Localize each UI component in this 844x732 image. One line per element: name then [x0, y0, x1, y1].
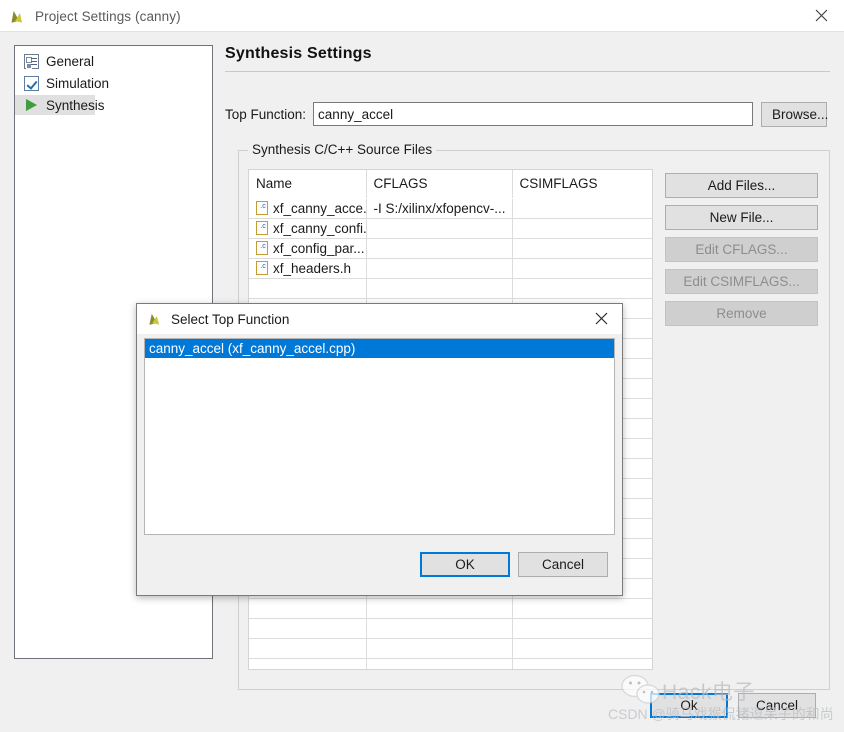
cell-name-label: xf_canny_acce...	[273, 200, 366, 216]
cell-empty[interactable]	[366, 638, 513, 659]
cell-empty[interactable]	[366, 618, 513, 639]
top-function-row: Top Function: Browse...	[225, 101, 830, 127]
checkbox-icon	[24, 75, 39, 91]
source-files-action-buttons: Add Files... New File... Edit CFLAGS... Edi…	[665, 173, 820, 333]
cell-empty[interactable]	[249, 598, 367, 619]
cell-empty[interactable]	[249, 278, 367, 299]
cell-name-label: xf_config_par...	[273, 240, 365, 256]
sidebar-item-label: Simulation	[46, 75, 110, 91]
group-legend: Synthesis C/C++ Source Files	[248, 142, 437, 157]
sidebar-item-general[interactable]: General	[15, 51, 212, 71]
cell-empty[interactable]	[249, 638, 367, 659]
cell-csimflags[interactable]	[512, 238, 652, 259]
cell-empty[interactable]	[249, 658, 367, 669]
properties-list-icon	[24, 53, 39, 69]
cell-empty[interactable]	[512, 638, 652, 659]
page-title: Synthesis Settings	[225, 45, 372, 62]
cell-cflags[interactable]	[366, 238, 513, 259]
column-header-name[interactable]: Name	[249, 170, 367, 199]
top-function-input[interactable]	[313, 102, 754, 126]
cell-name[interactable]: xf_config_par...	[249, 238, 367, 259]
dialog-ok-button[interactable]: OK	[420, 552, 510, 577]
table-row[interactable]: xf_canny_acce...-I S:/xilinx/xfopencv-..…	[249, 198, 652, 219]
table-header-row: Name CFLAGS CSIMFLAGS	[249, 170, 652, 199]
new-file-button[interactable]: New File...	[665, 205, 818, 230]
cell-csimflags[interactable]	[512, 258, 652, 279]
c-source-file-icon	[256, 240, 269, 255]
dialog-titlebar: Select Top Function	[137, 304, 622, 334]
cell-name[interactable]: xf_canny_confi...	[249, 218, 367, 239]
edit-csimflags-button: Edit CSIMFLAGS...	[665, 269, 818, 294]
table-row[interactable]: xf_canny_confi...	[249, 218, 652, 239]
sidebar-item-label: Synthesis	[46, 97, 105, 113]
close-icon[interactable]	[580, 304, 622, 333]
column-header-cflags[interactable]: CFLAGS	[366, 170, 513, 199]
c-source-file-icon	[256, 260, 269, 275]
cell-empty[interactable]	[366, 598, 513, 619]
sidebar-item-simulation[interactable]: Simulation	[15, 73, 212, 93]
cell-empty[interactable]	[512, 658, 652, 669]
c-source-file-icon	[256, 220, 269, 235]
ok-button[interactable]: Ok	[650, 693, 728, 718]
table-row-empty[interactable]	[249, 638, 652, 659]
edit-cflags-button: Edit CFLAGS...	[665, 237, 818, 262]
table-row[interactable]: xf_config_par...	[249, 238, 652, 259]
table-row-empty[interactable]	[249, 618, 652, 639]
cell-cflags[interactable]	[366, 258, 513, 279]
cell-csimflags[interactable]	[512, 218, 652, 239]
table-row[interactable]: xf_headers.h	[249, 258, 652, 279]
table-row-empty[interactable]	[249, 598, 652, 619]
remove-button: Remove	[665, 301, 818, 326]
window-title: Project Settings (canny)	[35, 8, 181, 24]
browse-button[interactable]: Browse...	[761, 101, 828, 127]
cell-name[interactable]: xf_canny_acce...	[249, 198, 367, 219]
title-divider	[225, 71, 830, 72]
cell-cflags[interactable]	[366, 218, 513, 239]
project-settings-window: Project Settings (canny) General Simulat…	[0, 0, 844, 732]
cell-name-label: xf_headers.h	[273, 260, 352, 276]
select-top-function-dialog: Select Top Function canny_accel (xf_cann…	[136, 303, 623, 596]
add-files-button[interactable]: Add Files...	[665, 173, 818, 198]
list-item[interactable]: canny_accel (xf_canny_accel.cpp)	[145, 339, 614, 358]
sidebar-item-label: General	[46, 53, 95, 69]
cell-csimflags[interactable]	[512, 198, 652, 219]
dialog-cancel-button[interactable]: Cancel	[518, 552, 608, 577]
cell-empty[interactable]	[512, 618, 652, 639]
sidebar-item-synthesis[interactable]: Synthesis	[15, 95, 105, 115]
cell-empty[interactable]	[366, 658, 513, 669]
cell-empty[interactable]	[249, 618, 367, 639]
vivado-leaf-icon	[8, 8, 26, 25]
dialog-title: Select Top Function	[171, 311, 290, 327]
cancel-button[interactable]: Cancel	[738, 693, 816, 718]
table-row-empty[interactable]	[249, 278, 652, 299]
cell-empty[interactable]	[512, 598, 652, 619]
cell-cflags[interactable]: -I S:/xilinx/xfopencv-...	[366, 198, 513, 219]
top-function-list[interactable]: canny_accel (xf_canny_accel.cpp)	[144, 338, 615, 535]
cell-empty[interactable]	[512, 278, 652, 299]
synthesis-settings-pane: Synthesis Settings Top Function: Browse.…	[225, 45, 830, 690]
cell-empty[interactable]	[366, 278, 513, 299]
green-play-icon	[24, 98, 39, 113]
cell-name-label: xf_canny_confi...	[273, 220, 366, 236]
vivado-leaf-icon	[146, 311, 163, 327]
table-row-empty[interactable]	[249, 658, 652, 669]
top-function-label: Top Function:	[225, 106, 307, 122]
window-titlebar: Project Settings (canny)	[0, 0, 844, 32]
c-source-file-icon	[256, 200, 269, 215]
cell-name[interactable]: xf_headers.h	[249, 258, 367, 279]
column-header-csimflags[interactable]: CSIMFLAGS	[512, 170, 652, 199]
close-icon[interactable]	[798, 0, 844, 31]
